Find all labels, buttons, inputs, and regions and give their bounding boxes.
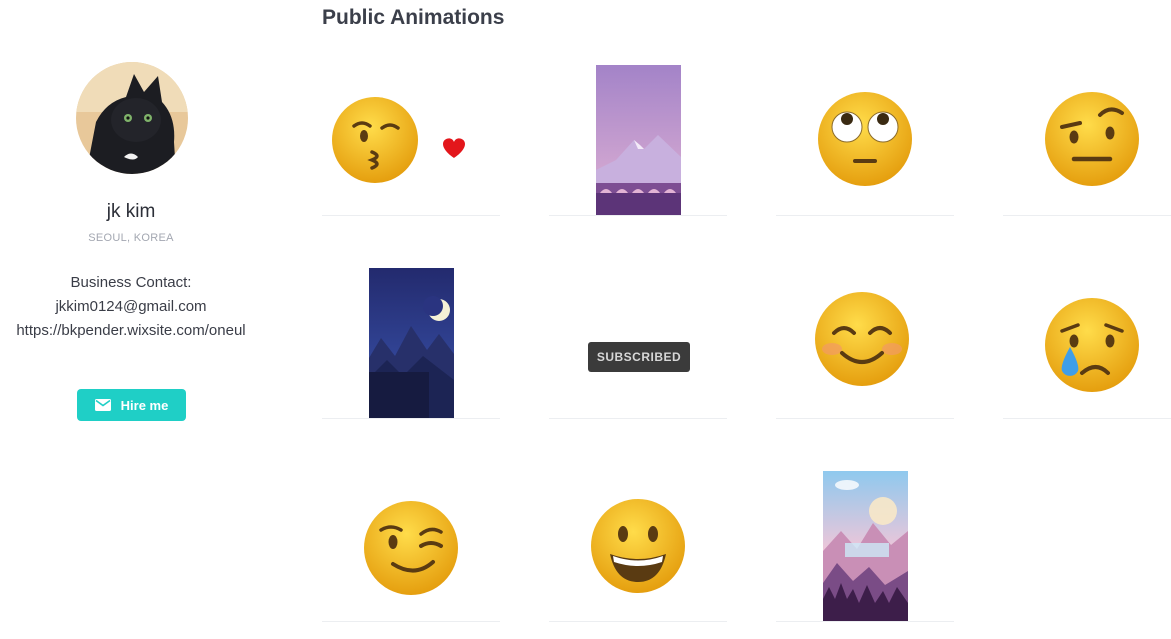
card-divider [322, 621, 500, 622]
animation-card[interactable] [549, 64, 727, 216]
card-divider [549, 418, 727, 419]
contact-heading: Business Contact: [70, 274, 192, 291]
animation-card[interactable] [322, 267, 500, 419]
avatar[interactable] [76, 62, 188, 174]
profile-name: jk kim [106, 201, 156, 222]
card-divider [549, 215, 727, 216]
pastel-mountain-forest-scene [823, 471, 908, 621]
purple-mountain-bridge-scene [596, 65, 681, 215]
card-divider [776, 418, 954, 419]
card-divider [1003, 215, 1171, 216]
hire-me-label: Hire me [120, 397, 169, 413]
business-contact: Business Contact: jkkim0124@gmail.com ht… [0, 271, 262, 343]
kissing-face-heart-emoji [332, 97, 465, 183]
card-divider [322, 215, 500, 216]
eye-roll-emoji [818, 92, 912, 186]
winking-face-emoji [364, 501, 458, 595]
night-moon-mountains-scene [369, 268, 454, 418]
card-divider [776, 621, 954, 622]
hire-me-button[interactable]: Hire me [77, 389, 186, 421]
card-divider [1003, 418, 1171, 419]
crying-tear-emoji [1045, 298, 1139, 392]
animation-card[interactable] [1003, 64, 1171, 216]
contact-email[interactable]: jkkim0124@gmail.com [0, 295, 262, 319]
section-title: Public Animations [322, 6, 505, 29]
animation-card[interactable]: SUBSCRIBED [549, 267, 727, 419]
animation-card[interactable] [322, 64, 500, 216]
card-divider [549, 621, 727, 622]
card-divider [322, 418, 500, 419]
animation-card[interactable] [776, 64, 954, 216]
mail-icon [94, 399, 111, 411]
animation-card[interactable] [322, 470, 500, 622]
smiling-blush-emoji [815, 292, 909, 386]
card-divider [776, 215, 954, 216]
animation-card[interactable] [776, 470, 954, 622]
grinning-face-emoji [591, 499, 685, 593]
profile-location: SEOUL, KOREA [88, 232, 174, 244]
animation-card[interactable] [776, 267, 954, 419]
contact-website[interactable]: https://bkpender.wixsite.com/oneul [0, 319, 262, 343]
subscribed-badge: SUBSCRIBED [588, 342, 690, 372]
animation-card[interactable] [1003, 267, 1171, 419]
raised-eyebrow-emoji [1045, 92, 1139, 186]
animation-card[interactable] [549, 470, 727, 622]
